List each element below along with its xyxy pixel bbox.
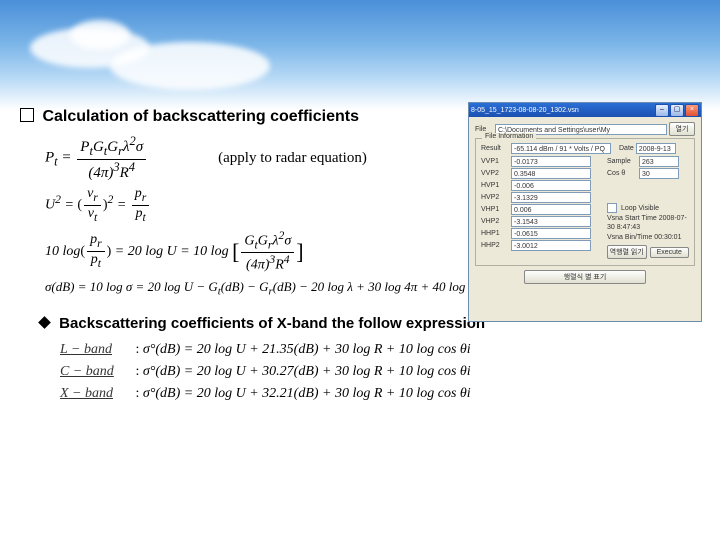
x-band-eq: σ°(dB) = 20 log U + 32.21(dB) + 30 log R… bbox=[143, 386, 471, 401]
read-matrix-button[interactable]: 역행렬 읽기 bbox=[607, 245, 647, 259]
date-value[interactable]: 2008-9-13 bbox=[636, 143, 676, 154]
field-label: VVP1 bbox=[481, 158, 509, 165]
formula-value[interactable]: -65.114 dBm / 91 * Volts / PQ bbox=[511, 143, 611, 154]
x-band-row: X − band : σ°(dB) = 20 log U + 32.21(dB)… bbox=[60, 386, 720, 402]
file-label: File bbox=[475, 126, 493, 133]
sample-label: Sample bbox=[607, 158, 637, 165]
field-input[interactable]: -0.0173 bbox=[511, 156, 591, 167]
vsn-start-label: Vsna Start Time bbox=[607, 215, 657, 222]
panel-title: File Information bbox=[482, 133, 536, 140]
sky-banner bbox=[0, 0, 720, 110]
close-button[interactable]: × bbox=[685, 104, 699, 117]
field-label: VHP1 bbox=[481, 206, 509, 213]
field-label: HVP1 bbox=[481, 182, 509, 189]
diamond-bullet-icon bbox=[38, 316, 51, 329]
field-label: VVP2 bbox=[481, 170, 509, 177]
apply-note: (apply to radar equation) bbox=[218, 150, 367, 167]
equation-3: 10 log( prpt ) = 20 log U = 10 log [ GtG… bbox=[45, 229, 304, 275]
execute-button[interactable]: Execute bbox=[650, 247, 690, 258]
l-band-row: L − band : σ°(dB) = 20 log U + 21.35(dB)… bbox=[60, 342, 720, 358]
cos-value[interactable]: 30 bbox=[639, 168, 679, 179]
x-band-label: X − band bbox=[60, 386, 132, 402]
window-title: 8-05_15_1723-08-08-20_1302.vsn bbox=[471, 107, 655, 114]
app-window: 8-05_15_1723-08-08-20_1302.vsn – ▢ × Fil… bbox=[468, 102, 702, 322]
maximize-button[interactable]: ▢ bbox=[670, 104, 684, 117]
vsn-bin-value: 00:30:01 bbox=[654, 234, 681, 241]
l-band-eq: σ°(dB) = 20 log U + 21.35(dB) + 30 log R… bbox=[143, 342, 471, 357]
file-info-panel: File Information Result -65.114 dBm / 91… bbox=[475, 138, 695, 266]
sample-value[interactable]: 263 bbox=[639, 156, 679, 167]
cos-label: Cos θ bbox=[607, 170, 637, 177]
c-band-eq: σ°(dB) = 20 log U + 30.27(dB) + 30 log R… bbox=[143, 364, 471, 379]
field-input[interactable]: -3.0012 bbox=[511, 240, 591, 251]
field-label: HVP2 bbox=[481, 194, 509, 201]
field-label: HHP1 bbox=[481, 230, 509, 237]
subheading-text: Backscattering coefficients of X-band th… bbox=[59, 315, 485, 332]
checkbox-bullet-icon bbox=[20, 108, 34, 122]
field-input[interactable]: -0.006 bbox=[511, 180, 591, 191]
c-band-row: C − band : σ°(dB) = 20 log U + 30.27(dB)… bbox=[60, 364, 720, 380]
field-input[interactable]: 0.3548 bbox=[511, 168, 591, 179]
field-input[interactable]: -0.0615 bbox=[511, 228, 591, 239]
footer-button[interactable]: 행렬식 별 표기 bbox=[524, 270, 646, 284]
equation-2: U2 = ( vrvt )2 = prpt bbox=[45, 186, 151, 225]
field-label: VHP2 bbox=[481, 218, 509, 225]
vsn-bin-label: Vsna Bin/Time bbox=[607, 234, 652, 241]
field-input[interactable]: 0.006 bbox=[511, 204, 591, 215]
field-input[interactable]: -3.1543 bbox=[511, 216, 591, 227]
l-band-label: L − band bbox=[60, 342, 132, 358]
heading-text: Calculation of backscattering coefficien… bbox=[42, 108, 359, 125]
titlebar[interactable]: 8-05_15_1723-08-08-20_1302.vsn – ▢ × bbox=[469, 103, 701, 117]
loop-label: Loop Visible bbox=[621, 205, 659, 212]
field-input[interactable]: -3.1329 bbox=[511, 192, 591, 203]
open-button[interactable]: 열기 bbox=[669, 122, 695, 136]
field-label: HHP2 bbox=[481, 242, 509, 249]
equation-4: σ(dB) = 10 log σ = 20 log U − Gt(dB) − G… bbox=[45, 279, 477, 298]
formula-label: Result bbox=[481, 145, 509, 152]
date-label: Date bbox=[619, 145, 634, 152]
equation-1: Pt = PtGtGrλ2σ (4π)3R4 bbox=[45, 134, 148, 182]
loop-checkbox[interactable] bbox=[607, 203, 617, 213]
minimize-button[interactable]: – bbox=[655, 104, 669, 117]
c-band-label: C − band bbox=[60, 364, 132, 380]
